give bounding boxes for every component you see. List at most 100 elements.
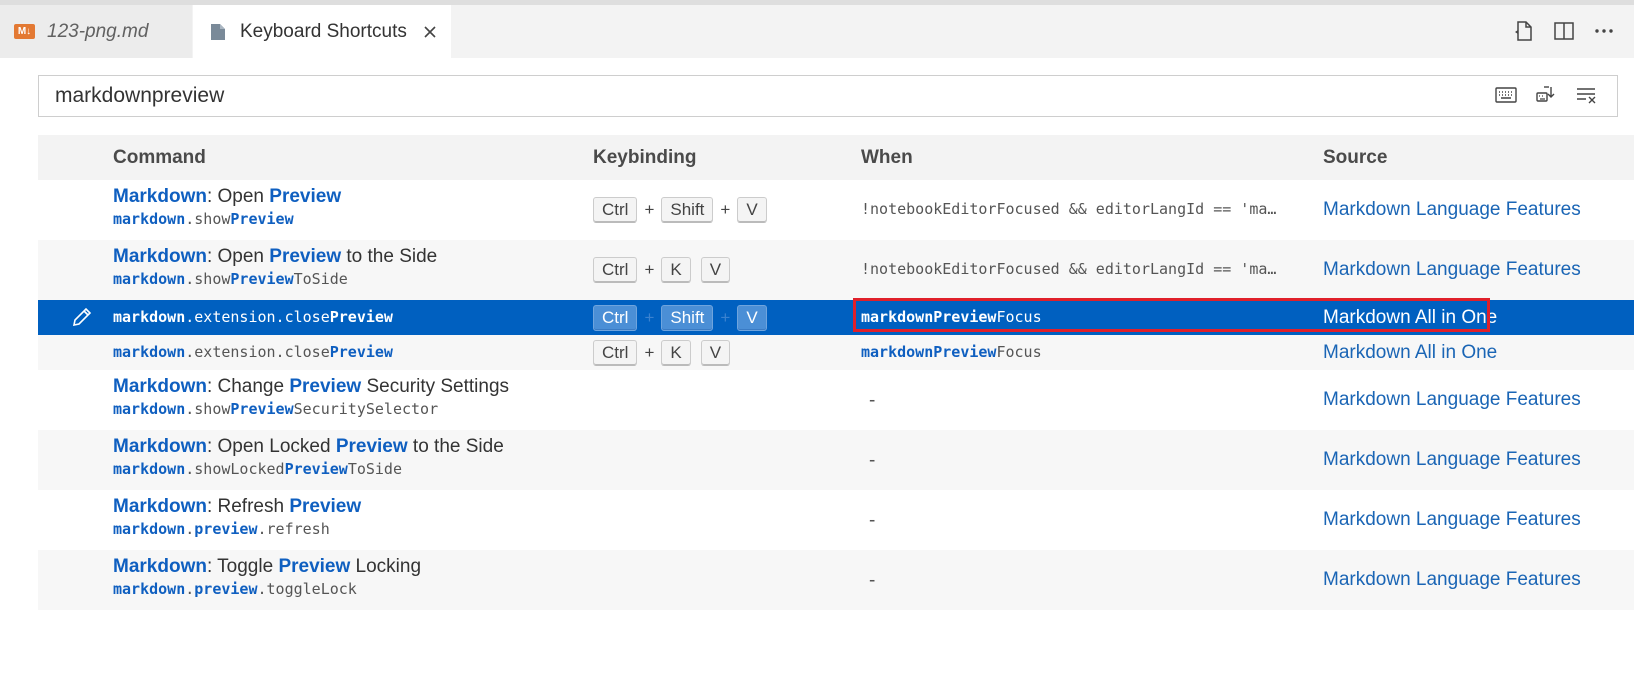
search-actions [1495, 84, 1597, 106]
match-highlight: Preview [284, 460, 348, 478]
annotation-highlight-box [853, 298, 1490, 332]
text-segment: Security Settings [361, 376, 510, 397]
table-row[interactable]: Markdown: Open Locked Preview to the Sid… [38, 430, 1634, 490]
key-separator: + [644, 307, 655, 327]
command-id: markdown.extension.closePreview [113, 343, 393, 361]
source-link[interactable]: Markdown Language Features [1323, 509, 1581, 531]
sort-by-precedence-icon[interactable] [1535, 84, 1557, 106]
match-highlight: markdown [113, 308, 186, 326]
command-cell: markdown.extension.closePreview [113, 343, 393, 361]
table-row[interactable]: Markdown: Open Preview to the Side markdo… [38, 240, 1634, 300]
source-link[interactable]: Markdown Language Features [1323, 569, 1581, 591]
match-highlight: preview [194, 580, 258, 598]
key-k: K [661, 257, 691, 283]
keybinding[interactable]: Ctrl + K V [593, 339, 731, 366]
when-expression: !notebookEditorFocused && editorLangId =… [861, 260, 1277, 278]
command-cell: markdown.extension.closePreview [113, 308, 393, 326]
key-v: V [700, 339, 731, 366]
text-segment: : Open [206, 186, 270, 207]
command-id: markdown.preview.refresh [113, 520, 361, 538]
column-header-keybinding[interactable]: Keybinding [593, 147, 696, 169]
command-id: markdown.showLockedPreviewToSide [113, 460, 504, 478]
match-highlight: Preview [289, 496, 362, 517]
clear-search-icon[interactable] [1575, 84, 1597, 106]
source-link[interactable]: Markdown All in One [1323, 342, 1497, 364]
markdown-icon: M↓ [14, 24, 35, 39]
when-empty: - [869, 390, 876, 411]
source-link[interactable]: Markdown Language Features [1323, 389, 1581, 411]
split-editor-icon[interactable] [1552, 19, 1576, 43]
when-clause: - [861, 510, 875, 532]
text-segment: : Toggle [206, 556, 279, 577]
when-clause: markdownPreviewFocus [861, 343, 1042, 362]
close-icon[interactable] [421, 23, 439, 41]
pencil-icon[interactable] [71, 306, 93, 328]
command-title: Markdown: Toggle Preview Locking [113, 556, 421, 578]
keyboard-shortcuts-icon [211, 23, 225, 40]
command-title: Markdown: Refresh Preview [113, 496, 361, 518]
text-segment: ToSide [347, 460, 402, 478]
keybinding[interactable]: Ctrl + Shift + V [593, 197, 767, 223]
text-segment: .showLocked [185, 460, 285, 478]
text-segment: .extension.close [185, 308, 330, 326]
editor-tab-bar: M↓ 123-png.md Keyboard Shortcuts [0, 5, 1634, 58]
text-segment: Focus [996, 342, 1042, 361]
column-header-when[interactable]: When [861, 147, 913, 169]
table-row[interactable]: markdown.extension.closePreview Ctrl + Shif… [38, 298, 1634, 335]
when-clause: - [861, 570, 875, 592]
key-separator: + [720, 307, 731, 327]
command-cell: Markdown: Change Preview Security Settin… [113, 376, 509, 418]
match-highlight: Preview [278, 556, 351, 577]
source-link[interactable]: Markdown Language Features [1323, 199, 1581, 221]
match-highlight: markdown [113, 520, 186, 538]
more-actions-icon[interactable] [1592, 19, 1616, 43]
match-highlight: Markdown [113, 186, 207, 207]
text-segment: .show [185, 210, 231, 228]
match-highlight: Preview [230, 400, 294, 418]
key-shift: Shift [661, 304, 714, 331]
match-highlight: Markdown [113, 436, 207, 457]
match-highlight: markdown [113, 270, 186, 288]
text-segment: : Open Locked [206, 436, 336, 457]
table-row[interactable]: Markdown: Change Preview Security Settin… [38, 370, 1634, 430]
column-header-source[interactable]: Source [1323, 147, 1387, 169]
match-highlight: markdown [113, 343, 186, 361]
source-link[interactable]: Markdown Language Features [1323, 449, 1581, 471]
match-highlight: Preview [269, 186, 342, 207]
key-v: V [700, 257, 731, 283]
match-highlight: markdownPreview [861, 342, 997, 361]
match-highlight: markdown [113, 580, 186, 598]
table-row[interactable]: Markdown: Refresh Preview markdown.previe… [38, 490, 1634, 550]
match-highlight: Preview [269, 246, 342, 267]
open-json-icon[interactable] [1512, 19, 1536, 43]
text-segment: to the Side [407, 436, 504, 457]
column-header-command[interactable]: Command [113, 147, 206, 169]
text-segment: ToSide [293, 270, 348, 288]
tab-label: 123-png.md [47, 20, 149, 42]
table-row[interactable]: Markdown: Open Preview markdown.showPrevi… [38, 180, 1634, 240]
table-row[interactable]: Markdown: Toggle Preview Locking markdown… [38, 550, 1634, 610]
tab-keyboard-shortcuts[interactable]: Keyboard Shortcuts [193, 5, 451, 58]
key-separator: + [644, 200, 655, 219]
key-separator: + [644, 260, 655, 279]
keybinding[interactable]: Ctrl + Shift + V [593, 304, 767, 331]
keyboard-icon[interactable] [1495, 84, 1517, 106]
search-input[interactable] [55, 76, 1355, 116]
when-clause: - [861, 390, 875, 412]
text-segment: .show [185, 270, 231, 288]
table-row[interactable]: markdown.extension.closePreview Ctrl + K V ma… [38, 335, 1634, 370]
when-expression: markdownPreviewFocus [861, 343, 1042, 361]
text-segment: : Open [206, 246, 270, 267]
key-ctrl: Ctrl [593, 304, 638, 331]
tab-123-png-md[interactable]: M↓ 123-png.md [0, 5, 192, 58]
editor-actions [1512, 19, 1616, 43]
text-segment: .show [185, 400, 231, 418]
text-segment: Locking [350, 556, 422, 577]
command-id: markdown.showPreview [113, 210, 341, 228]
key-separator: + [720, 200, 731, 219]
source-link[interactable]: Markdown Language Features [1323, 259, 1581, 281]
text-segment: to the Side [341, 246, 438, 267]
key-separator: + [644, 342, 655, 362]
keybinding[interactable]: Ctrl + K V [593, 257, 731, 283]
when-clause: !notebookEditorFocused && editorLangId =… [861, 200, 1276, 219]
